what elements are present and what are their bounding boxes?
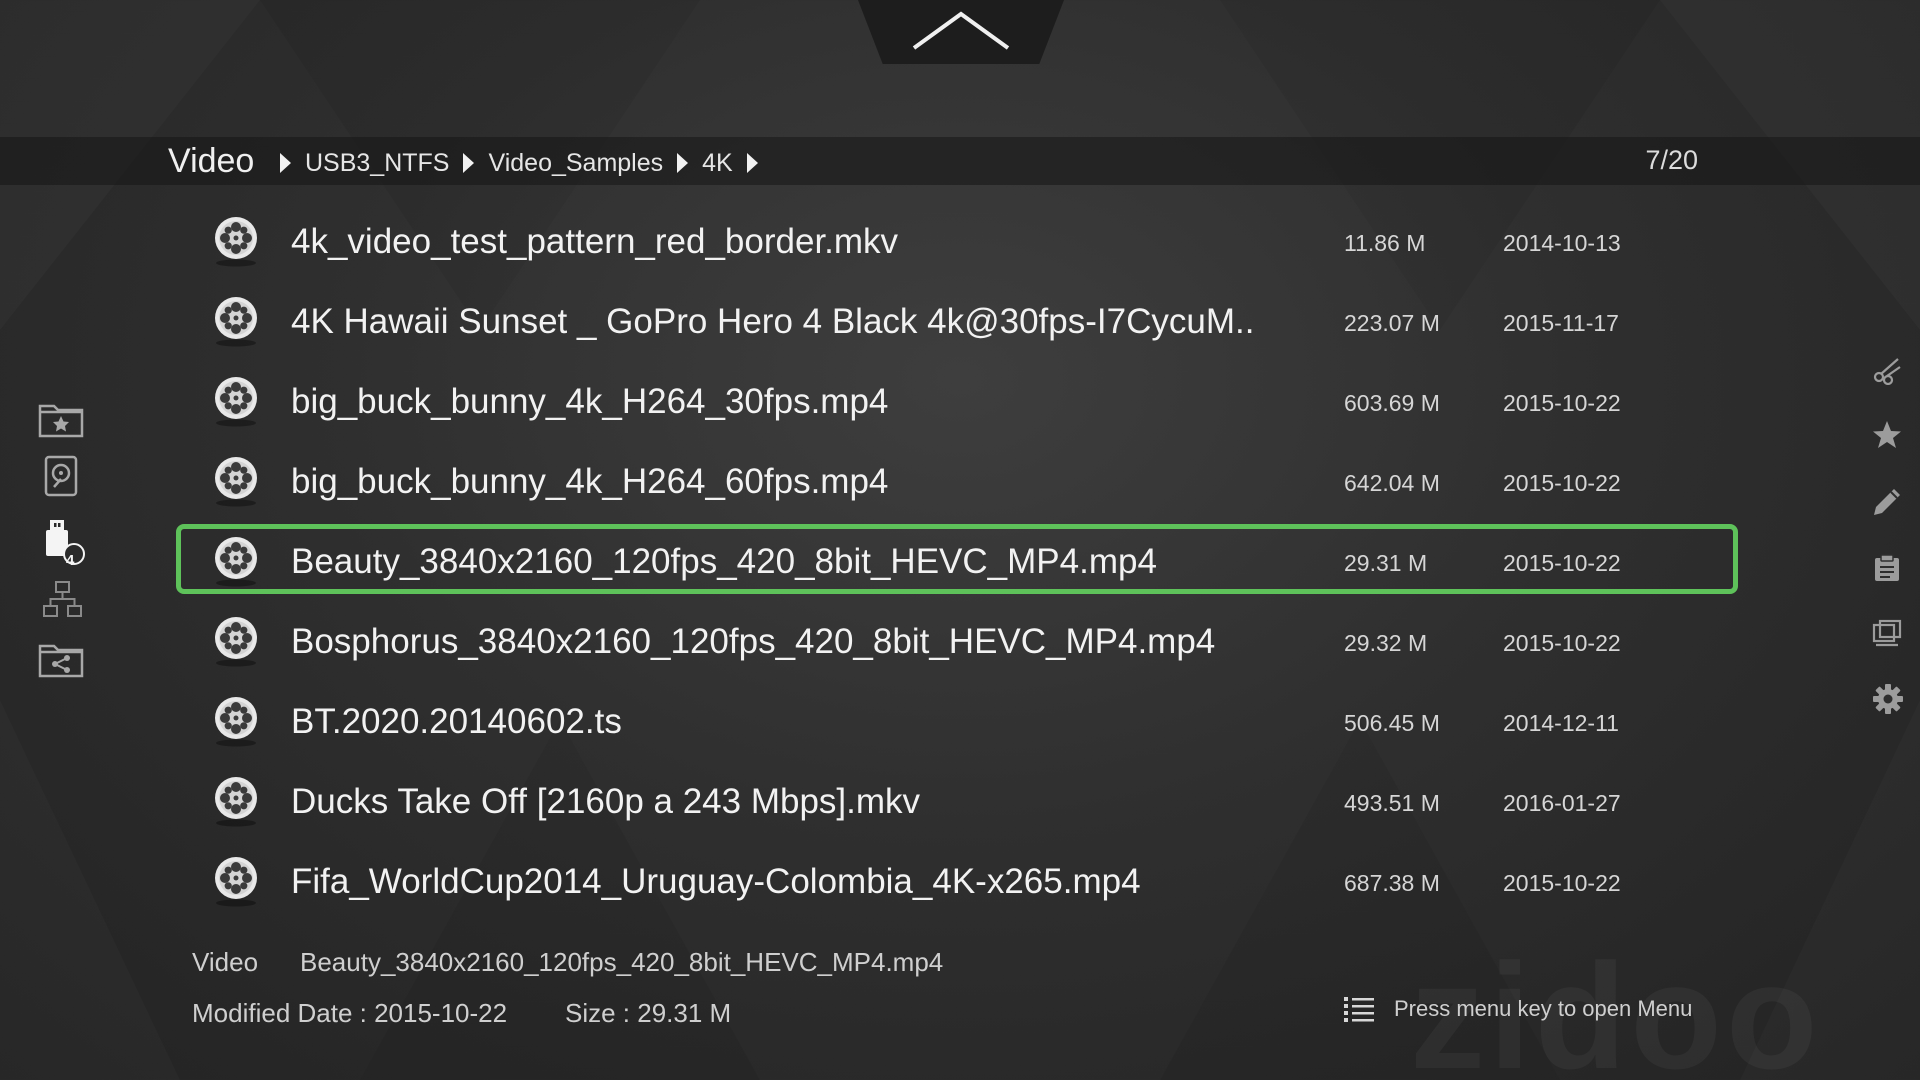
favorite-folder-icon[interactable] <box>38 400 84 443</box>
file-date: 2015-10-22 <box>1503 630 1621 656</box>
file-row[interactable]: big_buck_bunny_4k_H264_30fps.mp4 603.69 … <box>176 362 1746 442</box>
file-size: 603.69 M <box>1344 390 1440 416</box>
file-name: Bosphorus_3840x2160_120fps_420_8bit_HEVC… <box>291 622 1216 661</box>
file-date: 2015-10-22 <box>1503 390 1621 416</box>
breadcrumb-segment[interactable]: Video_Samples <box>488 149 663 178</box>
film-reel-icon <box>212 216 260 273</box>
film-reel-icon <box>212 456 260 513</box>
file-date: 2014-12-11 <box>1503 710 1619 736</box>
star-icon[interactable] <box>1872 420 1902 455</box>
view-mode-icon[interactable] <box>1872 618 1902 653</box>
file-name: big_buck_bunny_4k_H264_60fps.mp4 <box>291 462 889 501</box>
file-name: big_buck_bunny_4k_H264_30fps.mp4 <box>291 382 889 421</box>
file-row[interactable]: 4k_video_test_pattern_red_border.mkv 11.… <box>176 202 1746 282</box>
file-size: 642.04 M <box>1344 470 1440 496</box>
film-reel-icon <box>212 696 260 753</box>
network-share-folder-icon[interactable] <box>38 640 84 683</box>
file-size: 11.86 M <box>1344 230 1426 256</box>
file-size: 29.32 M <box>1344 630 1428 656</box>
file-name: BT.2020.20140602.ts <box>291 702 622 741</box>
scissors-icon[interactable] <box>1872 355 1902 390</box>
info-type-label: Video <box>192 947 259 977</box>
breadcrumb-segment[interactable]: USB3_NTFS <box>305 149 449 178</box>
file-name: Ducks Take Off [2160p a 243 Mbps].mkv <box>291 782 921 821</box>
menu-hint: Press menu key to open Menu <box>1344 992 1692 1026</box>
file-row[interactable]: BT.2020.20140602.ts 506.45 M 2014-12-11 <box>176 682 1746 762</box>
page-counter: 7/20 <box>1645 145 1698 175</box>
breadcrumb-root: Video <box>168 142 255 180</box>
breadcrumb-segment[interactable]: 4K <box>702 149 733 178</box>
film-reel-icon <box>212 856 260 913</box>
menu-hint-text: Press menu key to open Menu <box>1394 996 1693 1021</box>
clipboard-icon[interactable] <box>1872 553 1902 588</box>
film-reel-icon <box>212 776 260 833</box>
file-list: 4k_video_test_pattern_red_border.mkv 11.… <box>176 202 1746 922</box>
local-disk-icon[interactable] <box>44 455 78 502</box>
file-row-selected[interactable]: Beauty_3840x2160_120fps_420_8bit_HEVC_MP… <box>176 522 1746 602</box>
file-row[interactable]: Ducks Take Off [2160p a 243 Mbps].mkv 49… <box>176 762 1746 842</box>
film-reel-icon <box>212 536 260 593</box>
film-reel-icon <box>212 376 260 433</box>
file-size: 687.38 M <box>1344 870 1440 896</box>
file-date: 2015-10-22 <box>1503 550 1621 576</box>
info-file-name: Beauty_3840x2160_120fps_420_8bit_HEVC_MP… <box>300 947 944 977</box>
menu-list-icon <box>1344 997 1374 1022</box>
usb-count: 4 <box>66 552 75 569</box>
file-name: Beauty_3840x2160_120fps_420_8bit_HEVC_MP… <box>291 542 1157 581</box>
file-name: Fifa_WorldCup2014_Uruguay-Colombia_4K-x2… <box>291 862 1141 901</box>
file-date: 2016-01-27 <box>1503 790 1621 816</box>
file-row[interactable]: big_buck_bunny_4k_H264_60fps.mp4 642.04 … <box>176 442 1746 522</box>
gear-icon[interactable] <box>1872 683 1904 720</box>
file-row[interactable]: Bosphorus_3840x2160_120fps_420_8bit_HEVC… <box>176 602 1746 682</box>
file-date: 2015-10-22 <box>1503 470 1621 496</box>
info-size: Size : 29.31 M <box>565 998 732 1028</box>
file-name: 4k_video_test_pattern_red_border.mkv <box>291 222 899 261</box>
file-date: 2014-10-13 <box>1503 230 1621 256</box>
breadcrumb-arrow-icon <box>280 153 291 173</box>
breadcrumb: USB3_NTFS Video_Samples 4K <box>278 145 772 181</box>
file-row[interactable]: Fifa_WorldCup2014_Uruguay-Colombia_4K-x2… <box>176 842 1746 922</box>
film-reel-icon <box>212 296 260 353</box>
network-icon[interactable] <box>42 580 84 627</box>
file-size: 493.51 M <box>1344 790 1440 816</box>
breadcrumb-arrow-icon <box>746 153 758 173</box>
file-size: 223.07 M <box>1344 310 1440 336</box>
info-modified-date: Modified Date : 2015-10-22 <box>192 998 508 1028</box>
scroll-up-tab[interactable] <box>858 0 1064 64</box>
file-name: 4K Hawaii Sunset _ GoPro Hero 4 Black 4k… <box>291 302 1255 341</box>
pencil-icon[interactable] <box>1872 487 1902 522</box>
file-date: 2015-11-17 <box>1503 310 1619 336</box>
breadcrumb-arrow-icon <box>463 153 475 173</box>
film-reel-icon <box>212 616 260 673</box>
file-date: 2015-10-22 <box>1503 870 1621 896</box>
chevron-up-icon <box>912 11 1010 50</box>
breadcrumb-arrow-icon <box>677 153 689 173</box>
file-size: 29.31 M <box>1344 550 1428 576</box>
file-row[interactable]: 4K Hawaii Sunset _ GoPro Hero 4 Black 4k… <box>176 282 1746 362</box>
file-size: 506.45 M <box>1344 710 1440 736</box>
